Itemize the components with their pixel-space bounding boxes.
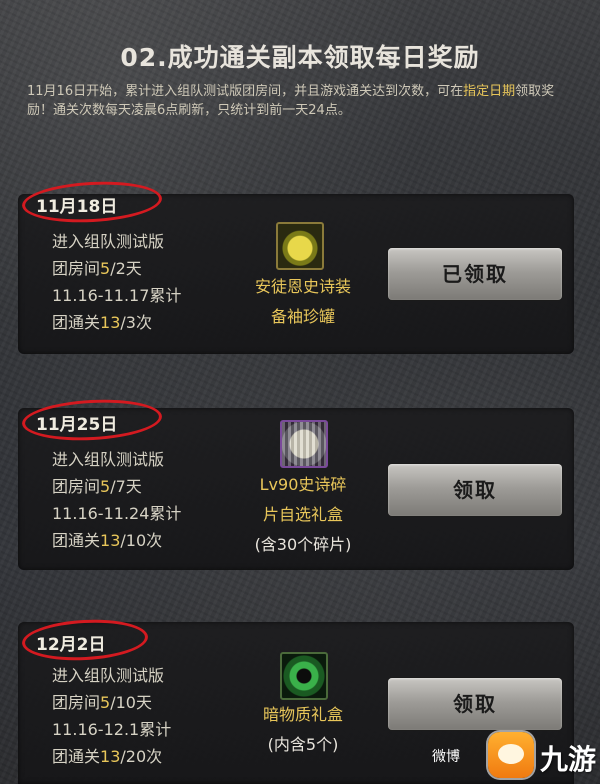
reward-requirements: 进入组队测试版 团房间5/7天 11.16-11.24累计 团通关13/10次	[52, 446, 181, 554]
reward-date: 12月2日	[36, 635, 106, 655]
requirement-line: 进入组队测试版	[52, 232, 165, 251]
requirement-line: 团房间5/7天	[52, 477, 142, 496]
requirement-line: 进入组队测试版	[52, 666, 165, 685]
requirement-line: 团房间5/2天	[52, 259, 142, 278]
weibo-watermark: 微博	[432, 749, 460, 765]
claimed-button[interactable]: 已领取	[388, 248, 562, 300]
reward-date: 11月25日	[36, 415, 118, 435]
claim-button[interactable]: 领取	[388, 464, 562, 516]
reward-date: 11月18日	[36, 197, 118, 217]
gift-box-icon	[280, 420, 328, 468]
orb-icon	[280, 652, 328, 700]
requirement-line: 团通关13/3次	[52, 313, 152, 332]
requirement-line: 11.16-11.17累计	[52, 286, 182, 305]
description-text-1: 11月16日开始，累计进入组队测试版团房间，并且游戏通关达到次数，可在	[27, 84, 464, 99]
requirement-line: 团通关13/10次	[52, 531, 163, 550]
jiuyou-brand-text: 九游	[540, 743, 597, 776]
jiuyou-logo-icon	[488, 732, 534, 778]
requirement-line: 11.16-12.1累计	[52, 720, 172, 739]
watermark: 微博 九游	[432, 728, 600, 784]
reward-requirements: 进入组队测试版 团房间5/2天 11.16-11.17累计 团通关13/3次	[52, 228, 181, 336]
event-description: 11月16日开始，累计进入组队测试版团房间，并且游戏通关达到次数，可在指定日期领…	[27, 82, 575, 120]
jar-icon	[276, 222, 324, 270]
reward-card-nov18: 11月18日 进入组队测试版 团房间5/2天 11.16-11.17累计 团通关…	[18, 178, 574, 354]
reward-name: 暗物质礼盒 (内含5个)	[262, 705, 343, 754]
requirement-line: 团通关13/20次	[52, 747, 163, 766]
requirement-line: 团房间5/10天	[52, 693, 152, 712]
requirement-line: 11.16-11.24累计	[52, 504, 182, 523]
reward-requirements: 进入组队测试版 团房间5/10天 11.16-12.1累计 团通关13/20次	[52, 662, 171, 770]
reward-card-nov25: 11月25日 进入组队测试版 团房间5/7天 11.16-11.24累计 团通关…	[18, 396, 574, 570]
requirement-line: 进入组队测试版	[52, 450, 165, 469]
description-highlight: 指定日期	[463, 84, 516, 99]
claim-button[interactable]: 领取	[388, 678, 562, 730]
reward-name: Lv90史诗碎 片自选礼盒 (含30个碎片)	[254, 475, 352, 554]
reward-name: 安徒恩史诗装 备袖珍罐	[254, 277, 351, 326]
page-title: 02.成功通关副本领取每日奖励	[120, 43, 480, 72]
